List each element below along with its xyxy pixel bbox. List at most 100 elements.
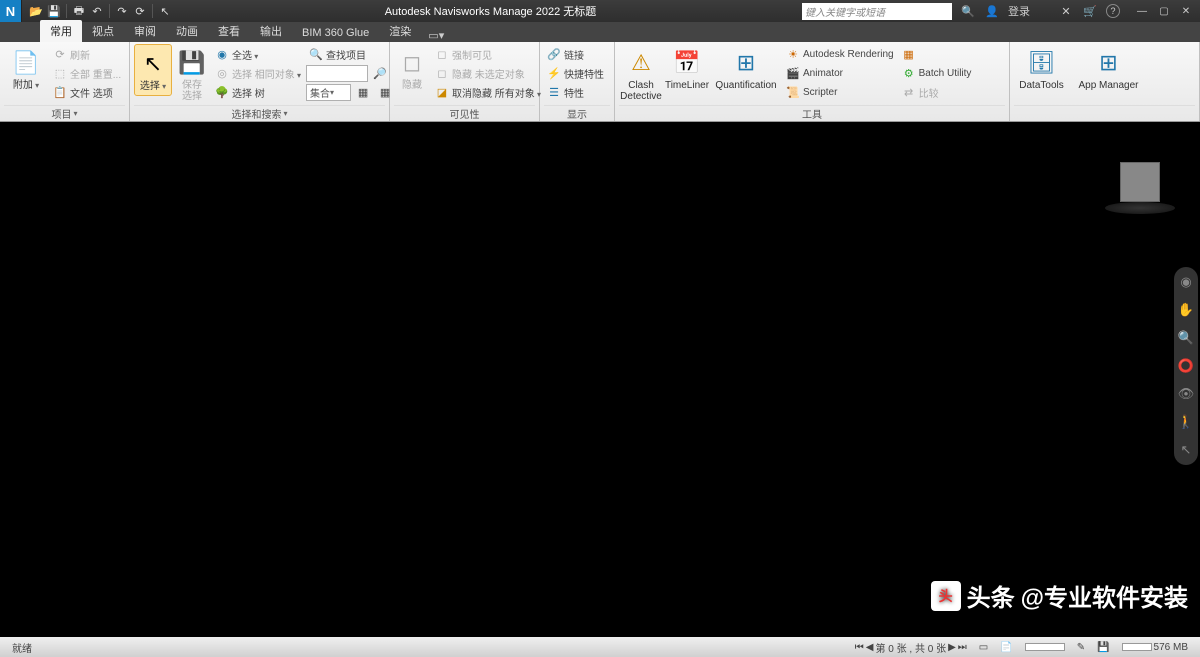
autodesk-rendering-button[interactable]: ☀Autodesk Rendering [783, 45, 897, 63]
batch-utility-button[interactable]: ⚙Batch Utility [899, 64, 975, 82]
hide-unselected-button[interactable]: ◻隐藏 未选定对象 [432, 64, 544, 82]
status-pencil-icon[interactable]: ✎ [1071, 642, 1091, 653]
help-icon[interactable]: ? [1106, 4, 1120, 18]
select-button[interactable]: ↖ 选择 [134, 44, 172, 96]
cart-icon[interactable]: 🛒 [1082, 3, 1098, 19]
tab-render[interactable]: 渲染 [379, 20, 421, 42]
exchange-icon[interactable]: ✕ [1058, 3, 1074, 19]
require-button[interactable]: ◻强制可见 [432, 45, 544, 63]
profiler-icon: ▦ [902, 47, 916, 61]
animator-button[interactable]: 🎬Animator [783, 64, 897, 82]
select-cursor-icon[interactable]: ↖ [157, 3, 173, 19]
app-menu-button[interactable]: N [0, 0, 22, 22]
scripter-icon: 📜 [786, 85, 800, 99]
file-options-button[interactable]: 📋文件 选项 [50, 83, 124, 101]
compare-button[interactable]: ⇄比较 [899, 83, 975, 101]
sheet-first-icon[interactable]: ⏮ [855, 642, 864, 653]
sets-combo[interactable]: 集合 [306, 84, 351, 101]
quick-properties-button[interactable]: ⚡快捷特性 [544, 64, 607, 82]
tab-review[interactable]: 审阅 [124, 20, 166, 42]
status-icon-1[interactable]: ▭ [973, 642, 994, 653]
scripter-button[interactable]: 📜Scripter [783, 83, 897, 101]
walk-icon[interactable]: 🚶 [1177, 413, 1195, 431]
panel-select-search: ↖ 选择 💾 保存 选择 ◉全选 ◎选择 相同对象 🌳选择 树 🔍查找项目 🔎 … [130, 42, 390, 121]
reset-all-button[interactable]: ⬚全部 重置... [50, 64, 124, 82]
select-all-icon: ◉ [215, 47, 229, 61]
select-all-button[interactable]: ◉全选 [212, 45, 304, 63]
links-button[interactable]: 🔗链接 [544, 45, 607, 63]
hide-button[interactable]: ◻ 隐藏 [394, 44, 430, 94]
select-same-button[interactable]: ◎选择 相同对象 [212, 64, 304, 82]
minimize-button[interactable]: — [1132, 3, 1152, 19]
panel-datatools: 🗄DataTools ⊞App Manager [1010, 42, 1200, 121]
app-manager-button[interactable]: ⊞App Manager [1071, 44, 1146, 94]
selection-tree-button[interactable]: 🌳选择 树 [212, 83, 304, 101]
look-icon[interactable]: 👁 [1177, 385, 1195, 403]
timeliner-button[interactable]: 📅TimeLiner [665, 44, 709, 94]
close-button[interactable]: ✕ [1176, 3, 1196, 19]
hide-icon: ◻ [396, 47, 428, 79]
refresh-button[interactable]: ⟳刷新 [50, 45, 124, 63]
sheet-nav[interactable]: ⏮ ◀ 第 0 张 , 共 0 张 ▶ ⏭ [849, 640, 973, 655]
quick-find-go[interactable]: 🔎 [370, 64, 390, 82]
tab-output[interactable]: 输出 [250, 20, 292, 42]
unhide-icon: ◪ [435, 85, 449, 99]
sheet-last-icon[interactable]: ⏭ [958, 642, 967, 653]
viewcube[interactable] [1120, 162, 1160, 202]
open-icon[interactable]: 📂 [28, 3, 44, 19]
panel-title-visibility: 可见性 [394, 105, 535, 121]
viewport[interactable]: ◉ ✋ 🔍 ⭕ 👁 🚶 ↖ 头 头条 @专业软件安装 [0, 122, 1200, 637]
refresh-icon[interactable]: ⟳ [132, 3, 148, 19]
refresh-icon: ⟳ [53, 47, 67, 61]
search-input[interactable]: 键入关键字或短语 [802, 3, 952, 20]
login-button[interactable]: 登录 [1008, 3, 1030, 19]
tab-overflow-icon[interactable]: ▭▾ [421, 29, 451, 42]
appearance-profiler-button[interactable]: ▦ [899, 45, 975, 63]
tab-viewpoint[interactable]: 视点 [82, 20, 124, 42]
tab-animation[interactable]: 动画 [166, 20, 208, 42]
maximize-button[interactable]: ▢ [1154, 3, 1174, 19]
tab-home[interactable]: 常用 [40, 20, 82, 42]
quick-find-input[interactable] [306, 65, 368, 82]
watermark-brand: 头条 [967, 578, 1015, 613]
print-icon[interactable]: 🖶 [71, 3, 87, 19]
append-button[interactable]: 📄 附加 [4, 44, 48, 94]
datatools-button[interactable]: 🗄DataTools [1014, 44, 1069, 94]
quantification-button[interactable]: ⊞Quantification [711, 44, 781, 94]
status-icon-2[interactable]: 📄 [994, 642, 1018, 653]
panel-visibility: ◻ 隐藏 ◻强制可见 ◻隐藏 未选定对象 ◪取消隐藏 所有对象 可见性 [390, 42, 540, 121]
animator-icon: 🎬 [786, 66, 800, 80]
sheet-next-icon[interactable]: ▶ [948, 642, 956, 653]
timeliner-icon: 📅 [671, 47, 703, 79]
pan-icon[interactable]: ✋ [1177, 301, 1195, 319]
sets-btn-1[interactable]: ▦ [353, 83, 373, 101]
search-icon[interactable]: 🔍 [960, 3, 976, 19]
tab-view[interactable]: 查看 [208, 20, 250, 42]
panel-title-project[interactable]: 项目 [4, 105, 125, 121]
status-disk-icon[interactable]: 💾 [1091, 642, 1115, 653]
panel-title-tools: 工具 [619, 105, 1005, 121]
render-icon: ☀ [786, 47, 800, 61]
redo-icon[interactable]: ↷ [114, 3, 130, 19]
search-go-icon: 🔎 [373, 66, 387, 80]
properties-button[interactable]: ☰特性 [544, 83, 607, 101]
sheet-prev-icon[interactable]: ◀ [866, 642, 874, 653]
hide-unsel-icon: ◻ [435, 66, 449, 80]
viewcube-compass[interactable] [1105, 202, 1175, 214]
save-icon[interactable]: 💾 [46, 3, 62, 19]
clash-detective-button[interactable]: ⚠Clash Detective [619, 44, 663, 105]
select-nav-icon[interactable]: ↖ [1177, 441, 1195, 459]
undo-icon[interactable]: ↶ [89, 3, 105, 19]
ribbon: 📄 附加 ⟳刷新 ⬚全部 重置... 📋文件 选项 项目 ↖ 选择 💾 保存 选… [0, 42, 1200, 122]
unhide-all-button[interactable]: ◪取消隐藏 所有对象 [432, 83, 544, 101]
wheel-icon[interactable]: ◉ [1177, 273, 1195, 291]
save-selection-button[interactable]: 💾 保存 选择 [174, 44, 210, 105]
options-icon: 📋 [53, 85, 67, 99]
select-same-icon: ◎ [215, 66, 229, 80]
user-icon[interactable]: 👤 [984, 3, 1000, 19]
orbit-icon[interactable]: ⭕ [1177, 357, 1195, 375]
tab-bim360[interactable]: BIM 360 Glue [292, 24, 379, 42]
find-items-button[interactable]: 🔍查找项目 [306, 45, 395, 63]
panel-title-select[interactable]: 选择和搜索 [134, 105, 385, 121]
zoom-icon[interactable]: 🔍 [1177, 329, 1195, 347]
